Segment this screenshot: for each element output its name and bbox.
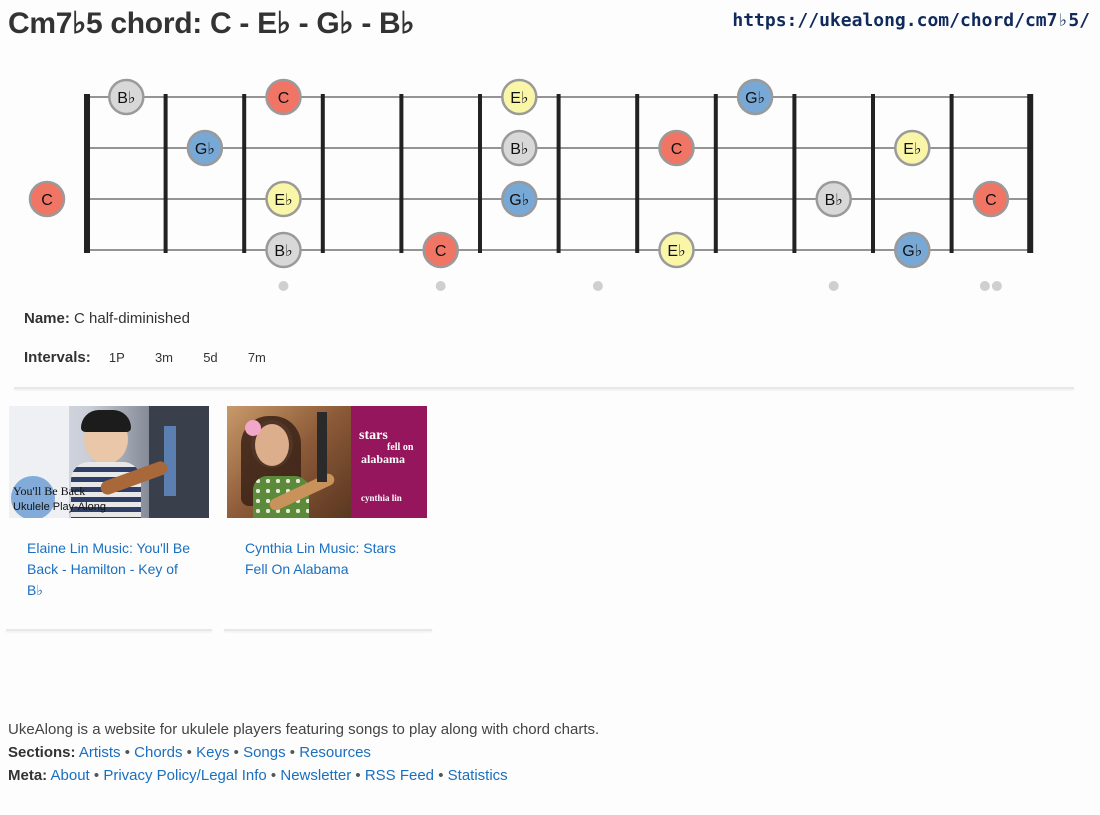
footer-separator: • (270, 767, 277, 784)
thumb-text-line1: You'll Be Back (13, 484, 86, 498)
note-label: C (671, 141, 683, 158)
footer-separator: • (355, 767, 361, 784)
video-link[interactable]: Cynthia Lin Music: Stars Fell On Alabama (245, 538, 409, 580)
note-label: C (278, 90, 290, 107)
footer-description: UkeAlong is a website for ukulele player… (8, 721, 600, 738)
note-label: G♭ (902, 243, 922, 260)
page-title: Cm7♭5 chord: C - E♭ - G♭ - B♭ (8, 7, 415, 40)
video-thumbnail[interactable]: You'll Be Back Ukulele Play-Along (9, 406, 209, 518)
fret-marker-dot (435, 281, 446, 291)
footer-separator: • (93, 767, 100, 784)
note-label: C (985, 192, 997, 209)
note-label: E♭ (510, 90, 528, 107)
note-label: E♭ (274, 192, 292, 209)
interval-4: 7m (247, 350, 266, 365)
note-label: B♭ (274, 243, 292, 260)
intervals-label: Intervals: (24, 349, 91, 366)
footer-separator: • (186, 744, 192, 761)
intervals-row: Intervals: 1P 3m 5d 7m (24, 349, 278, 366)
fret-marker-dot (828, 281, 839, 291)
footer-link-chords[interactable]: Chords (134, 744, 182, 761)
footer-separator: • (233, 744, 239, 761)
footer-separator: • (438, 767, 444, 784)
footer-separator: • (289, 744, 296, 761)
note-label: E♭ (667, 243, 685, 260)
footer-link-songs[interactable]: Songs (243, 744, 286, 761)
note-label: B♭ (117, 90, 135, 107)
chord-name-row: Name: C half-diminished (24, 310, 190, 327)
note-label: G♭ (195, 141, 215, 158)
footer-link-newsletter[interactable]: Newsletter (280, 767, 351, 784)
note-label: G♭ (745, 90, 765, 107)
video-thumbnail[interactable]: stars fell on alabama cynthia lin (227, 406, 427, 518)
note-label: B♭ (825, 192, 843, 209)
footer-link-rss[interactable]: RSS Feed (365, 767, 434, 784)
thumb-title-1: stars (359, 428, 388, 443)
meta-label: Meta: (8, 767, 48, 784)
footer-link-keys[interactable]: Keys (196, 744, 229, 761)
footer-separator: • (124, 744, 130, 761)
video-card-elaine-lin: You'll Be Back Ukulele Play-Along Elaine… (9, 406, 209, 601)
fret-marker-dot (991, 281, 1002, 291)
page-url: https://ukealong.com/chord/cm7♭5/ (732, 10, 1090, 31)
footer-link-artists[interactable]: Artists (79, 744, 121, 761)
thumb-title-3: alabama (361, 452, 406, 466)
note-label: B♭ (510, 141, 528, 158)
note-label: C (41, 192, 53, 209)
footer-link-privacy[interactable]: Privacy Policy/Legal Info (103, 767, 266, 784)
sections-label: Sections: (8, 744, 76, 761)
footer: UkeAlong is a website for ukulele player… (8, 718, 599, 787)
thumb-text-line2: Ukulele Play-Along (13, 501, 106, 513)
video-link[interactable]: Elaine Lin Music: You'll Be Back - Hamil… (27, 538, 191, 601)
note-label: C (435, 243, 447, 260)
card-divider (224, 629, 432, 631)
chord-name-value: C half-diminished (74, 310, 190, 327)
footer-link-resources[interactable]: Resources (299, 744, 371, 761)
footer-sections: Sections: Artists • Chords • Keys • Song… (8, 741, 599, 764)
interval-3: 5d (203, 350, 218, 365)
interval-1: 1P (108, 350, 125, 365)
footer-link-statistics[interactable]: Statistics (448, 767, 508, 784)
fretboard-diagram: B♭ C E♭ G♭ G♭ B♭ C E♭ C E♭ G♭ B♭ C B♭ C E♭ G♭ (28, 78, 1034, 291)
video-card-cynthia-lin: stars fell on alabama cynthia lin Cynthi… (227, 406, 427, 580)
section-divider (14, 387, 1074, 389)
note-label: G♭ (509, 192, 529, 209)
card-divider (6, 629, 212, 631)
fret-marker-dot (278, 281, 289, 291)
note-label: E♭ (903, 141, 921, 158)
fret-marker-dot (979, 281, 990, 291)
footer-link-about[interactable]: About (51, 767, 90, 784)
fret-marker-dot (592, 281, 603, 291)
footer-meta: Meta: About • Privacy Policy/Legal Info … (8, 764, 599, 787)
interval-2: 3m (154, 350, 174, 365)
name-label: Name: (24, 310, 70, 327)
thumb-artist: cynthia lin (361, 493, 402, 503)
